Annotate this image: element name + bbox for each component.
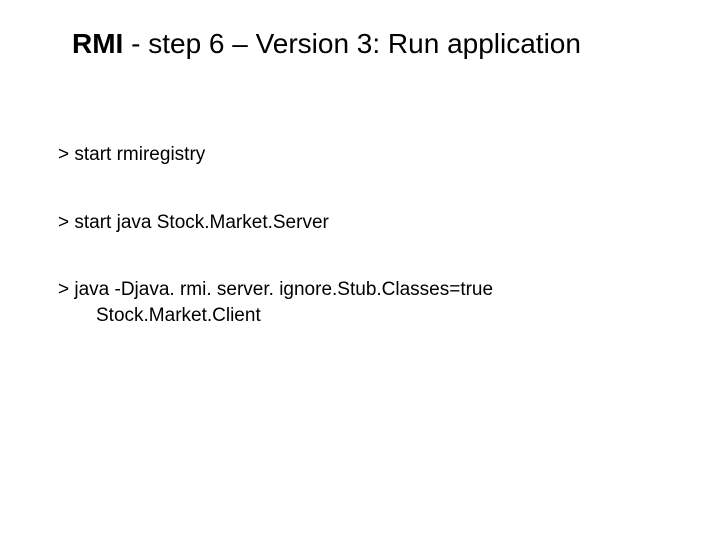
command-line-3: > java -Djava. rmi. server. ignore.Stub.…: [58, 277, 680, 328]
cmd2-text: start java Stock.Market.Server: [74, 212, 328, 233]
prompt-2: >: [58, 212, 74, 233]
slide-title: RMI - step 6 – Version 3: Run applicatio…: [0, 28, 720, 60]
prompt-3: >: [58, 279, 74, 300]
slide-content: > start rmiregistry > start java Stock.M…: [0, 60, 720, 329]
prompt-1: >: [58, 144, 74, 165]
cmd3-text: java -Djava. rmi. server. ignore.Stub.Cl…: [74, 279, 493, 300]
command-line-2: > start java Stock.Market.Server: [58, 210, 680, 236]
cmd1-text: start rmiregistry: [74, 144, 205, 165]
title-bold: RMI: [72, 28, 123, 59]
command-line-1: > start rmiregistry: [58, 142, 680, 168]
title-rest: - step 6 – Version 3: Run application: [123, 28, 581, 59]
cmd3-continuation: Stock.Market.Client: [58, 303, 680, 329]
